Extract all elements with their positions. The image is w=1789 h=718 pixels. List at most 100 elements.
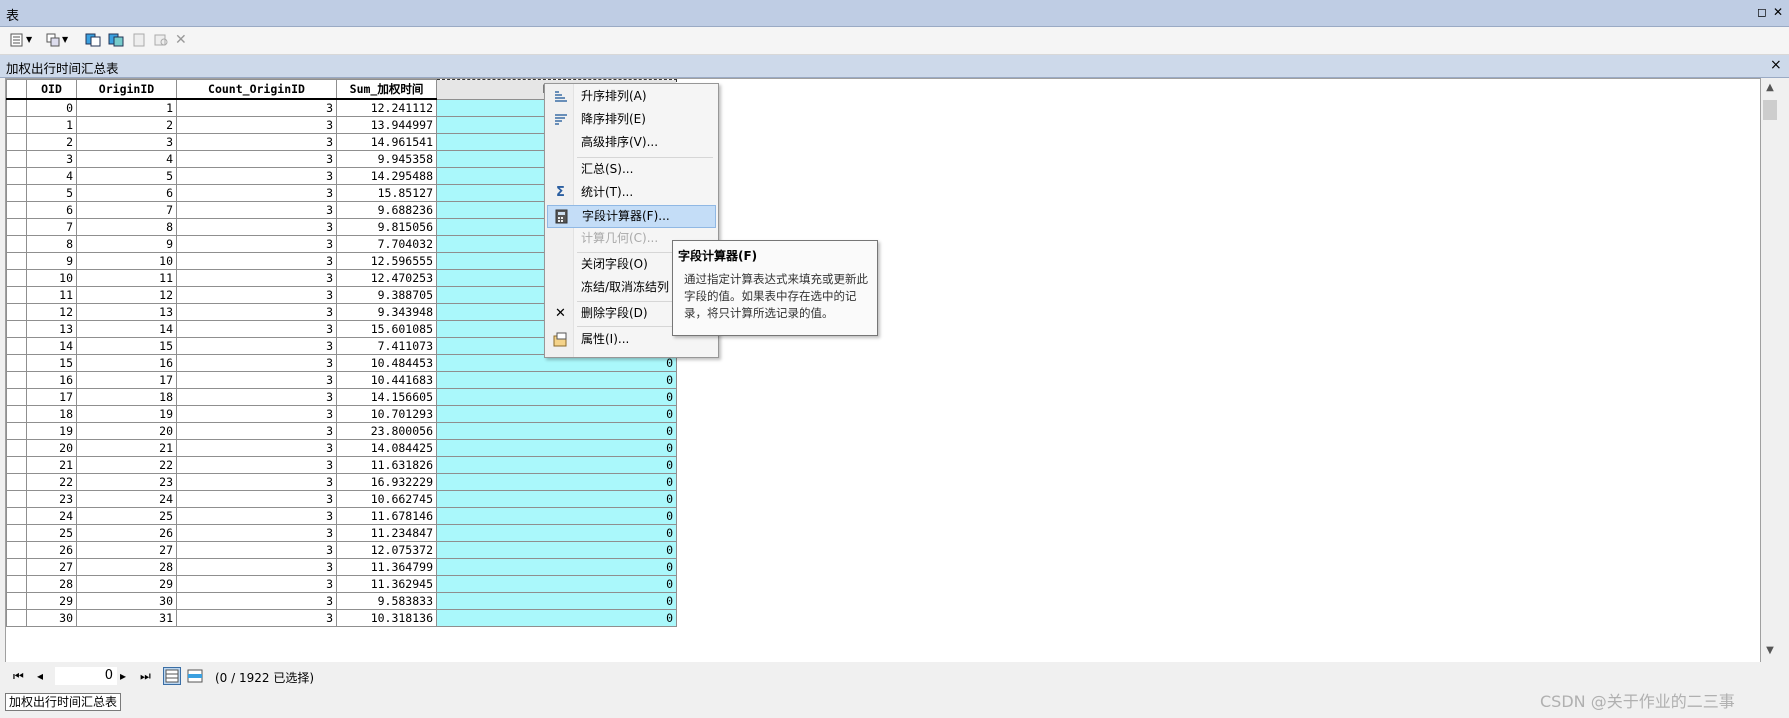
table-cell[interactable]: 30 — [26, 609, 77, 627]
table-cell[interactable]: 0 — [436, 575, 677, 593]
restore-icon[interactable]: ◻ — [1755, 5, 1769, 19]
table-cell[interactable]: 0 — [436, 388, 677, 406]
table-row[interactable]: 29 30 3 9.583833 0 — [6, 592, 677, 610]
close-tab-icon[interactable]: × — [1770, 57, 1782, 73]
table-cell[interactable]: 14.295488 — [336, 167, 437, 185]
table-cell[interactable]: 3 — [176, 116, 337, 134]
row-selector[interactable] — [6, 456, 27, 474]
row-selector[interactable] — [6, 218, 27, 236]
table-row[interactable]: 28 29 3 11.362945 0 — [6, 575, 677, 593]
select-by-attributes-icon[interactable] — [85, 33, 101, 47]
table-cell[interactable]: 20 — [26, 439, 77, 457]
table-row[interactable]: 26 27 3 12.075372 0 — [6, 541, 677, 559]
table-cell[interactable]: 14 — [26, 337, 77, 355]
table-cell[interactable]: 3 — [176, 456, 337, 474]
table-tab-title[interactable]: 加权出行时间汇总表 — [6, 58, 119, 77]
table-cell[interactable]: 0 — [436, 456, 677, 474]
table-cell[interactable]: 4 — [26, 167, 77, 185]
table-cell[interactable]: 18 — [26, 405, 77, 423]
table-cell[interactable]: 12.075372 — [336, 541, 437, 559]
table-cell[interactable]: 3 — [176, 337, 337, 355]
table-row[interactable]: 18 19 3 10.701293 0 — [6, 405, 677, 423]
table-cell[interactable]: 9.343948 — [336, 303, 437, 321]
table-cell[interactable]: 27 — [76, 541, 177, 559]
table-cell[interactable]: 7.704032 — [336, 235, 437, 253]
table-cell[interactable]: 17 — [76, 371, 177, 389]
row-selector[interactable] — [6, 303, 27, 321]
row-selector[interactable] — [6, 405, 27, 423]
table-cell[interactable]: 7 — [26, 218, 77, 236]
zoom-to-selected-icon[interactable] — [153, 33, 169, 47]
row-selector[interactable] — [6, 269, 27, 287]
row-selector[interactable] — [6, 422, 27, 440]
menu-item-field-calculator[interactable]: 字段计算器(F)... — [547, 205, 716, 228]
table-cell[interactable]: 0 — [436, 541, 677, 559]
table-cell[interactable]: 15 — [76, 337, 177, 355]
row-selector[interactable] — [6, 133, 27, 151]
table-cell[interactable]: 9.583833 — [336, 592, 437, 610]
table-cell[interactable]: 13 — [26, 320, 77, 338]
table-cell[interactable]: 16.932229 — [336, 473, 437, 491]
table-cell[interactable]: 3 — [26, 150, 77, 168]
table-cell[interactable]: 16 — [26, 371, 77, 389]
row-selector[interactable] — [6, 235, 27, 253]
table-cell[interactable]: 8 — [26, 235, 77, 253]
table-row[interactable]: 16 17 3 10.441683 0 — [6, 371, 677, 389]
table-cell[interactable]: 15.85127 — [336, 184, 437, 202]
table-cell[interactable]: 7 — [76, 201, 177, 219]
table-cell[interactable]: 10.441683 — [336, 371, 437, 389]
table-cell[interactable]: 3 — [176, 439, 337, 457]
table-cell[interactable]: 3 — [176, 303, 337, 321]
table-cell[interactable]: 3 — [176, 388, 337, 406]
table-row[interactable]: 20 21 3 14.084425 0 — [6, 439, 677, 457]
row-selector[interactable] — [6, 575, 27, 593]
table-cell[interactable]: 19 — [76, 405, 177, 423]
table-cell[interactable]: 5 — [26, 184, 77, 202]
table-options-icon[interactable] — [10, 33, 26, 47]
scroll-thumb[interactable] — [1763, 100, 1777, 120]
table-cell[interactable]: 12.241112 — [336, 98, 437, 117]
table-cell[interactable]: 20 — [76, 422, 177, 440]
table-cell[interactable]: 0 — [436, 371, 677, 389]
table-cell[interactable]: 4 — [76, 150, 177, 168]
table-cell[interactable]: 0 — [436, 422, 677, 440]
table-cell[interactable]: 10.662745 — [336, 490, 437, 508]
row-selector[interactable] — [6, 592, 27, 610]
table-cell[interactable]: 13.944997 — [336, 116, 437, 134]
table-cell[interactable]: 15.601085 — [336, 320, 437, 338]
table-cell[interactable]: 1 — [76, 98, 177, 117]
table-cell[interactable]: 0 — [436, 439, 677, 457]
table-cell[interactable]: 12.596555 — [336, 252, 437, 270]
row-selector[interactable] — [6, 371, 27, 389]
table-cell[interactable]: 0 — [436, 524, 677, 542]
table-cell[interactable]: 3 — [176, 235, 337, 253]
table-cell[interactable]: 15 — [26, 354, 77, 372]
table-cell[interactable]: 3 — [176, 286, 337, 304]
table-row[interactable]: 17 18 3 14.156605 0 — [6, 388, 677, 406]
table-cell[interactable]: 3 — [176, 524, 337, 542]
table-cell[interactable]: 10.701293 — [336, 405, 437, 423]
table-cell[interactable]: 3 — [176, 422, 337, 440]
row-selector[interactable] — [6, 439, 27, 457]
row-selector[interactable] — [6, 337, 27, 355]
table-cell[interactable]: 3 — [176, 98, 337, 117]
table-cell[interactable]: 3 — [176, 184, 337, 202]
last-record-icon[interactable]: ⏭ — [140, 669, 151, 684]
table-row[interactable]: 23 24 3 10.662745 0 — [6, 490, 677, 508]
row-selector[interactable] — [6, 167, 27, 185]
related-tables-icon[interactable] — [46, 33, 62, 47]
table-cell[interactable]: 3 — [76, 133, 177, 151]
table-row[interactable]: 24 25 3 11.678146 0 — [6, 507, 677, 525]
table-cell[interactable]: 12 — [76, 286, 177, 304]
table-cell[interactable]: 11.678146 — [336, 507, 437, 525]
row-selector[interactable] — [6, 490, 27, 508]
table-cell[interactable]: 28 — [26, 575, 77, 593]
table-cell[interactable]: 14 — [76, 320, 177, 338]
table-row[interactable]: 27 28 3 11.364799 0 — [6, 558, 677, 576]
row-selector[interactable] — [6, 609, 27, 627]
table-cell[interactable]: 3 — [176, 371, 337, 389]
table-cell[interactable]: 10.484453 — [336, 354, 437, 372]
row-selector[interactable] — [6, 116, 27, 134]
table-cell[interactable]: 23 — [76, 473, 177, 491]
table-cell[interactable]: 3 — [176, 490, 337, 508]
